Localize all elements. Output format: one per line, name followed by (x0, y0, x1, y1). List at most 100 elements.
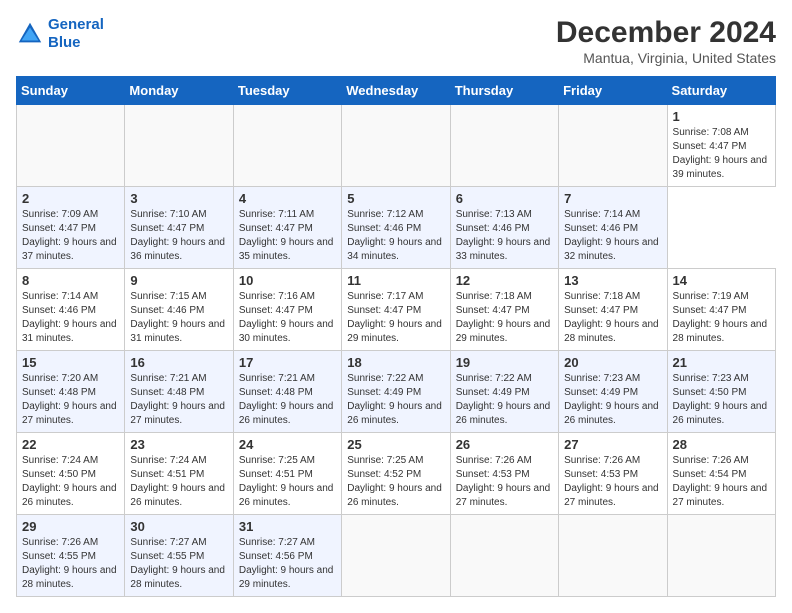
page-title: December 2024 (556, 16, 776, 50)
day-number: 19 (456, 355, 553, 370)
calendar-day-cell: 19 Sunrise: 7:22 AM Sunset: 4:49 PM Dayli… (450, 351, 558, 433)
logo-icon (16, 20, 44, 48)
logo: General Blue (16, 16, 104, 52)
day-number: 30 (130, 519, 227, 534)
day-info: Sunrise: 7:18 AM Sunset: 4:47 PM Dayligh… (564, 290, 661, 346)
day-info: Sunrise: 7:12 AM Sunset: 4:46 PM Dayligh… (347, 208, 444, 264)
calendar-day-cell: 26 Sunrise: 7:26 AM Sunset: 4:53 PM Dayli… (450, 433, 558, 515)
calendar-week-row: 15 Sunrise: 7:20 AM Sunset: 4:48 PM Dayli… (17, 351, 776, 433)
calendar-day-header: Wednesday (342, 77, 450, 105)
calendar-day-cell (559, 515, 667, 597)
day-info: Sunrise: 7:08 AM Sunset: 4:47 PM Dayligh… (673, 126, 770, 182)
day-info: Sunrise: 7:19 AM Sunset: 4:47 PM Dayligh… (673, 290, 770, 346)
day-info: Sunrise: 7:26 AM Sunset: 4:53 PM Dayligh… (456, 454, 553, 510)
day-number: 24 (239, 437, 336, 452)
day-number: 16 (130, 355, 227, 370)
calendar-day-cell (667, 515, 775, 597)
day-number: 17 (239, 355, 336, 370)
calendar-week-row: 22Sunrise: 7:24 AM Sunset: 4:50 PM Dayli… (17, 433, 776, 515)
calendar-day-cell: 27 Sunrise: 7:26 AM Sunset: 4:53 PM Dayli… (559, 433, 667, 515)
day-number: 28 (673, 437, 770, 452)
calendar-day-cell: 13 Sunrise: 7:18 AM Sunset: 4:47 PM Dayli… (559, 269, 667, 351)
page-subtitle: Mantua, Virginia, United States (556, 50, 776, 66)
day-info: Sunrise: 7:21 AM Sunset: 4:48 PM Dayligh… (130, 372, 227, 428)
calendar-day-header: Monday (125, 77, 233, 105)
calendar-day-cell: 1 Sunrise: 7:08 AM Sunset: 4:47 PM Daylig… (667, 105, 775, 187)
day-number: 27 (564, 437, 661, 452)
day-number: 6 (456, 191, 553, 206)
calendar: SundayMondayTuesdayWednesdayThursdayFrid… (16, 76, 776, 597)
day-number: 4 (239, 191, 336, 206)
calendar-day-cell: 2 Sunrise: 7:09 AM Sunset: 4:47 PM Daylig… (17, 187, 125, 269)
day-info: Sunrise: 7:25 AM Sunset: 4:51 PM Dayligh… (239, 454, 336, 510)
day-number: 12 (456, 273, 553, 288)
calendar-day-cell (342, 105, 450, 187)
calendar-day-cell: 21 Sunrise: 7:23 AM Sunset: 4:50 PM Dayli… (667, 351, 775, 433)
calendar-day-header: Tuesday (233, 77, 341, 105)
day-info: Sunrise: 7:09 AM Sunset: 4:47 PM Dayligh… (22, 208, 119, 264)
calendar-day-cell: 28 Sunrise: 7:26 AM Sunset: 4:54 PM Dayli… (667, 433, 775, 515)
day-number: 26 (456, 437, 553, 452)
day-number: 7 (564, 191, 661, 206)
day-number: 21 (673, 355, 770, 370)
day-info: Sunrise: 7:22 AM Sunset: 4:49 PM Dayligh… (456, 372, 553, 428)
day-number: 8 (22, 273, 119, 288)
calendar-day-cell (233, 105, 341, 187)
calendar-day-cell: 3Sunrise: 7:10 AM Sunset: 4:47 PM Daylig… (125, 187, 233, 269)
day-info: Sunrise: 7:14 AM Sunset: 4:46 PM Dayligh… (564, 208, 661, 264)
calendar-day-cell (125, 105, 233, 187)
calendar-day-cell: 22Sunrise: 7:24 AM Sunset: 4:50 PM Dayli… (17, 433, 125, 515)
calendar-day-cell: 11Sunrise: 7:17 AM Sunset: 4:47 PM Dayli… (342, 269, 450, 351)
calendar-day-cell: 12 Sunrise: 7:18 AM Sunset: 4:47 PM Dayli… (450, 269, 558, 351)
calendar-day-cell: 5Sunrise: 7:12 AM Sunset: 4:46 PM Daylig… (342, 187, 450, 269)
day-info: Sunrise: 7:16 AM Sunset: 4:47 PM Dayligh… (239, 290, 336, 346)
title-area: December 2024 Mantua, Virginia, United S… (556, 16, 776, 66)
day-info: Sunrise: 7:24 AM Sunset: 4:50 PM Dayligh… (22, 454, 119, 510)
calendar-day-cell: 10 Sunrise: 7:16 AM Sunset: 4:47 PM Dayli… (233, 269, 341, 351)
day-number: 1 (673, 109, 770, 124)
calendar-day-cell (17, 105, 125, 187)
day-number: 23 (130, 437, 227, 452)
calendar-week-row: 2 Sunrise: 7:09 AM Sunset: 4:47 PM Daylig… (17, 187, 776, 269)
day-info: Sunrise: 7:26 AM Sunset: 4:53 PM Dayligh… (564, 454, 661, 510)
logo-text: General Blue (48, 16, 104, 52)
day-info: Sunrise: 7:23 AM Sunset: 4:50 PM Dayligh… (673, 372, 770, 428)
calendar-day-cell: 6Sunrise: 7:13 AM Sunset: 4:46 PM Daylig… (450, 187, 558, 269)
calendar-day-cell: 30 Sunrise: 7:27 AM Sunset: 4:55 PM Dayli… (125, 515, 233, 597)
calendar-day-header: Thursday (450, 77, 558, 105)
day-number: 11 (347, 273, 444, 288)
day-info: Sunrise: 7:20 AM Sunset: 4:48 PM Dayligh… (22, 372, 119, 428)
calendar-day-cell: 14 Sunrise: 7:19 AM Sunset: 4:47 PM Dayli… (667, 269, 775, 351)
day-number: 2 (22, 191, 119, 206)
calendar-day-cell (559, 105, 667, 187)
day-number: 14 (673, 273, 770, 288)
day-info: Sunrise: 7:23 AM Sunset: 4:49 PM Dayligh… (564, 372, 661, 428)
day-info: Sunrise: 7:11 AM Sunset: 4:47 PM Dayligh… (239, 208, 336, 264)
day-info: Sunrise: 7:26 AM Sunset: 4:54 PM Dayligh… (673, 454, 770, 510)
calendar-day-cell: 4 Sunrise: 7:11 AM Sunset: 4:47 PM Daylig… (233, 187, 341, 269)
calendar-day-cell (342, 515, 450, 597)
day-number: 20 (564, 355, 661, 370)
day-number: 10 (239, 273, 336, 288)
calendar-day-cell: 18Sunrise: 7:22 AM Sunset: 4:49 PM Dayli… (342, 351, 450, 433)
calendar-day-cell: 31Sunrise: 7:27 AM Sunset: 4:56 PM Dayli… (233, 515, 341, 597)
calendar-day-cell: 9Sunrise: 7:15 AM Sunset: 4:46 PM Daylig… (125, 269, 233, 351)
day-number: 15 (22, 355, 119, 370)
calendar-day-cell: 8Sunrise: 7:14 AM Sunset: 4:46 PM Daylig… (17, 269, 125, 351)
calendar-day-cell: 17Sunrise: 7:21 AM Sunset: 4:48 PM Dayli… (233, 351, 341, 433)
header: General Blue December 2024 Mantua, Virgi… (16, 16, 776, 66)
calendar-day-cell (450, 105, 558, 187)
day-info: Sunrise: 7:27 AM Sunset: 4:55 PM Dayligh… (130, 536, 227, 592)
day-number: 3 (130, 191, 227, 206)
day-number: 13 (564, 273, 661, 288)
calendar-day-cell: 16 Sunrise: 7:21 AM Sunset: 4:48 PM Dayli… (125, 351, 233, 433)
day-info: Sunrise: 7:24 AM Sunset: 4:51 PM Dayligh… (130, 454, 227, 510)
calendar-week-row: 8Sunrise: 7:14 AM Sunset: 4:46 PM Daylig… (17, 269, 776, 351)
calendar-day-header: Saturday (667, 77, 775, 105)
calendar-day-cell: 29Sunrise: 7:26 AM Sunset: 4:55 PM Dayli… (17, 515, 125, 597)
calendar-day-cell: 7 Sunrise: 7:14 AM Sunset: 4:46 PM Daylig… (559, 187, 667, 269)
day-info: Sunrise: 7:15 AM Sunset: 4:46 PM Dayligh… (130, 290, 227, 346)
calendar-day-cell (450, 515, 558, 597)
day-info: Sunrise: 7:18 AM Sunset: 4:47 PM Dayligh… (456, 290, 553, 346)
day-number: 31 (239, 519, 336, 534)
